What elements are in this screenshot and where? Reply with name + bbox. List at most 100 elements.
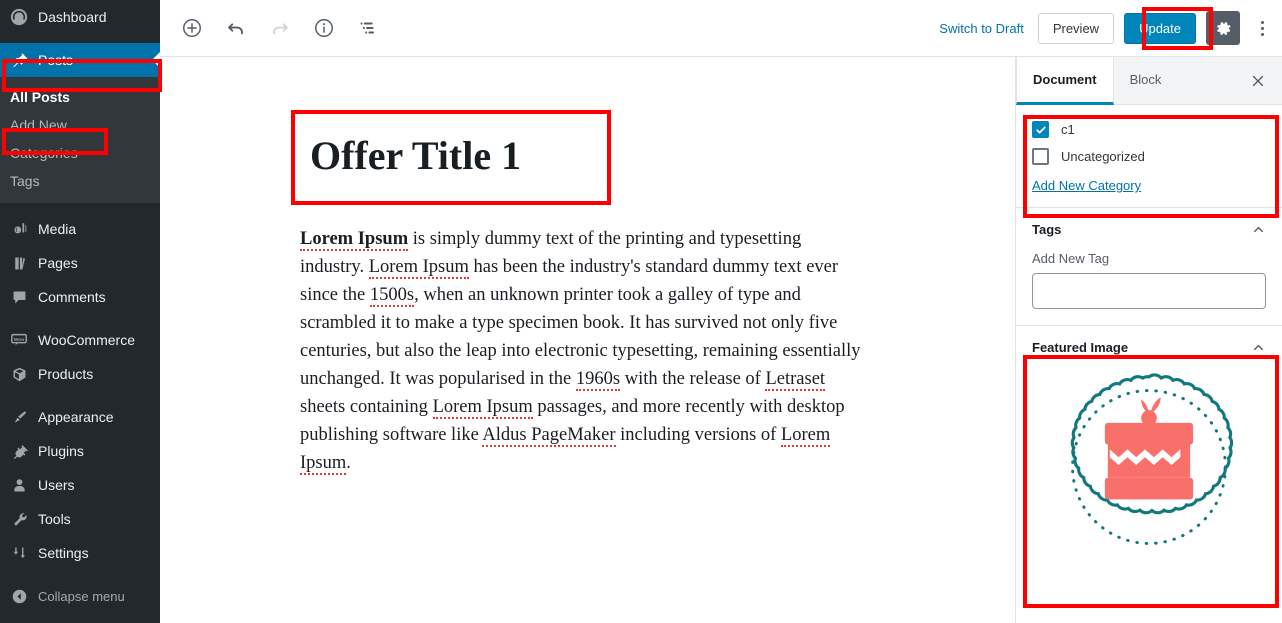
redo-button[interactable] [262,10,298,46]
featured-image-panel-title: Featured Image [1032,340,1129,355]
text-run: has been the industry's standard dummy t… [468,257,839,277]
woocommerce-icon: Woo [9,330,29,350]
sidebar-item-dashboard[interactable]: Dashboard [0,0,160,34]
sidebar-item-label: Users [38,477,75,493]
sidebar-item-comments[interactable]: Comments [0,280,160,314]
pin-icon [9,50,29,70]
sidebar-item-label: Comments [38,289,106,305]
sidebar-item-label: WooCommerce [38,332,135,348]
sidebar-item-label: Plugins [38,443,84,459]
settings-sidebar: Document Block c1 Uncategorized Add New … [1015,57,1282,623]
wordpress-post-editor: Dashboard Posts All Posts Add New Catego… [0,0,1282,623]
tab-block[interactable]: Block [1114,57,1178,104]
comments-icon [9,287,29,307]
category-row-uncategorized[interactable]: Uncategorized [1032,148,1266,165]
close-icon[interactable] [1234,57,1282,104]
user-icon [9,475,29,495]
tab-document[interactable]: Document [1016,57,1114,105]
toolbar-left-group [160,10,386,46]
add-new-category-link[interactable]: Add New Category [1032,178,1141,193]
post-body-line: publishing software like Aldus PageMaker… [300,421,885,449]
sidebar-item-media[interactable]: Media [0,212,160,246]
sidebar-item-tools[interactable]: Tools [0,502,160,536]
post-body-line: industry. Lorem Ipsum has been the indus… [300,253,885,281]
list-view-button[interactable] [350,10,386,46]
gear-icon[interactable] [1206,11,1240,45]
chevron-up-icon [1251,222,1266,237]
add-new-tag-input[interactable] [1032,273,1266,309]
sidebar-item-settings[interactable]: Settings [0,536,160,570]
post-body-line: scrambled it to make a type specimen boo… [300,309,885,337]
add-new-tag-label: Add New Tag [1032,251,1110,266]
switch-to-draft-button[interactable]: Switch to Draft [935,15,1028,42]
menu-separator [0,203,160,212]
update-button[interactable]: Update [1124,12,1196,44]
category-label: c1 [1061,122,1075,137]
sidebar-item-pages[interactable]: Pages [0,246,160,280]
featured-image-preview[interactable] [1016,369,1282,581]
spellcheck-word: Aldus PageMaker [482,425,616,447]
sidebar-item-products[interactable]: Products [0,357,160,391]
post-body-line: Lorem Ipsum is simply dummy text of the … [300,225,885,253]
collapse-menu-label: Collapse menu [38,588,125,604]
editor-toolbar: Switch to Draft Preview Update [160,0,1282,57]
dashboard-icon [9,7,29,27]
tags-panel-header[interactable]: Tags [1016,208,1282,251]
sidebar-subitem-add-new[interactable]: Add New [0,111,160,139]
text-run: scrambled it to make a type specimen boo… [300,313,838,333]
text-run: including versions of [615,425,781,445]
sidebar-subitem-tags[interactable]: Tags [0,167,160,195]
sidebar-item-label: Posts [38,52,74,68]
sidebar-subitem-all-posts[interactable]: All Posts [0,83,160,111]
toolbar-right-group: Switch to Draft Preview Update [935,11,1282,45]
post-body-line: unchanged. It was popularised in the 196… [300,365,885,393]
sidebar-item-plugins[interactable]: Plugins [0,434,160,468]
text-run: , when an unknown printer took a galley … [414,285,801,305]
categories-panel: c1 Uncategorized Add New Category [1016,105,1282,208]
menu-current-arrow-icon [152,52,160,68]
sidebar-item-label: Appearance [38,409,114,425]
info-circle-button[interactable] [306,10,342,46]
more-menu-button[interactable] [1250,11,1274,45]
collapse-menu-button[interactable]: Collapse menu [0,579,160,613]
sidebar-subitem-categories[interactable]: Categories [0,139,160,167]
text-run: . [346,453,351,473]
spellcheck-word: Lorem [780,425,831,447]
sidebar-item-posts[interactable]: Posts [0,43,160,77]
posts-submenu: All Posts Add New Categories Tags [0,77,160,203]
sidebar-item-woocommerce[interactable]: Woo WooCommerce [0,323,160,357]
cake-illustration[interactable] [1051,369,1247,565]
add-block-button[interactable] [174,10,210,46]
post-title-input[interactable]: Offer Title 1 [300,110,770,204]
kebab-dot [1260,26,1264,30]
checkbox-checked-icon[interactable] [1032,121,1049,138]
text-run: sheets containing [300,397,433,417]
sidebar-item-users[interactable]: Users [0,468,160,502]
sidebar-item-label: Pages [38,255,78,271]
chevron-up-icon [1251,340,1266,355]
text-run: passages, and more recently with desktop [532,397,845,417]
spellcheck-word: 1500s [369,285,415,307]
text-run: since the [300,285,370,305]
preview-button[interactable]: Preview [1037,12,1115,44]
post-body-line: since the 1500s, when an unknown printer… [300,281,885,309]
spellcheck-word: 1960s [575,369,621,391]
sidebar-item-label: Dashboard [38,9,107,25]
wrench-icon [9,509,29,529]
spellcheck-word: Lorem Ipsum [368,257,469,279]
spellcheck-word: Letraset [765,369,826,391]
undo-button[interactable] [218,10,254,46]
post-body-paragraph[interactable]: Lorem Ipsum is simply dummy text of the … [300,225,885,477]
sidebar-item-appearance[interactable]: Appearance [0,400,160,434]
plug-icon [9,441,29,461]
tags-panel-title: Tags [1032,222,1062,237]
checkbox-unchecked-icon[interactable] [1032,148,1049,165]
svg-text:Woo: Woo [14,337,25,343]
featured-image-panel-header[interactable]: Featured Image [1016,326,1282,369]
menu-separator [0,391,160,400]
category-row-c1[interactable]: c1 [1032,121,1266,138]
sliders-icon [9,543,29,563]
text-run: centuries, but also the leap into electr… [300,341,861,361]
editor-canvas: Offer Title 1 Lorem Ipsum is simply dumm… [160,57,1015,623]
media-icon [9,219,29,239]
